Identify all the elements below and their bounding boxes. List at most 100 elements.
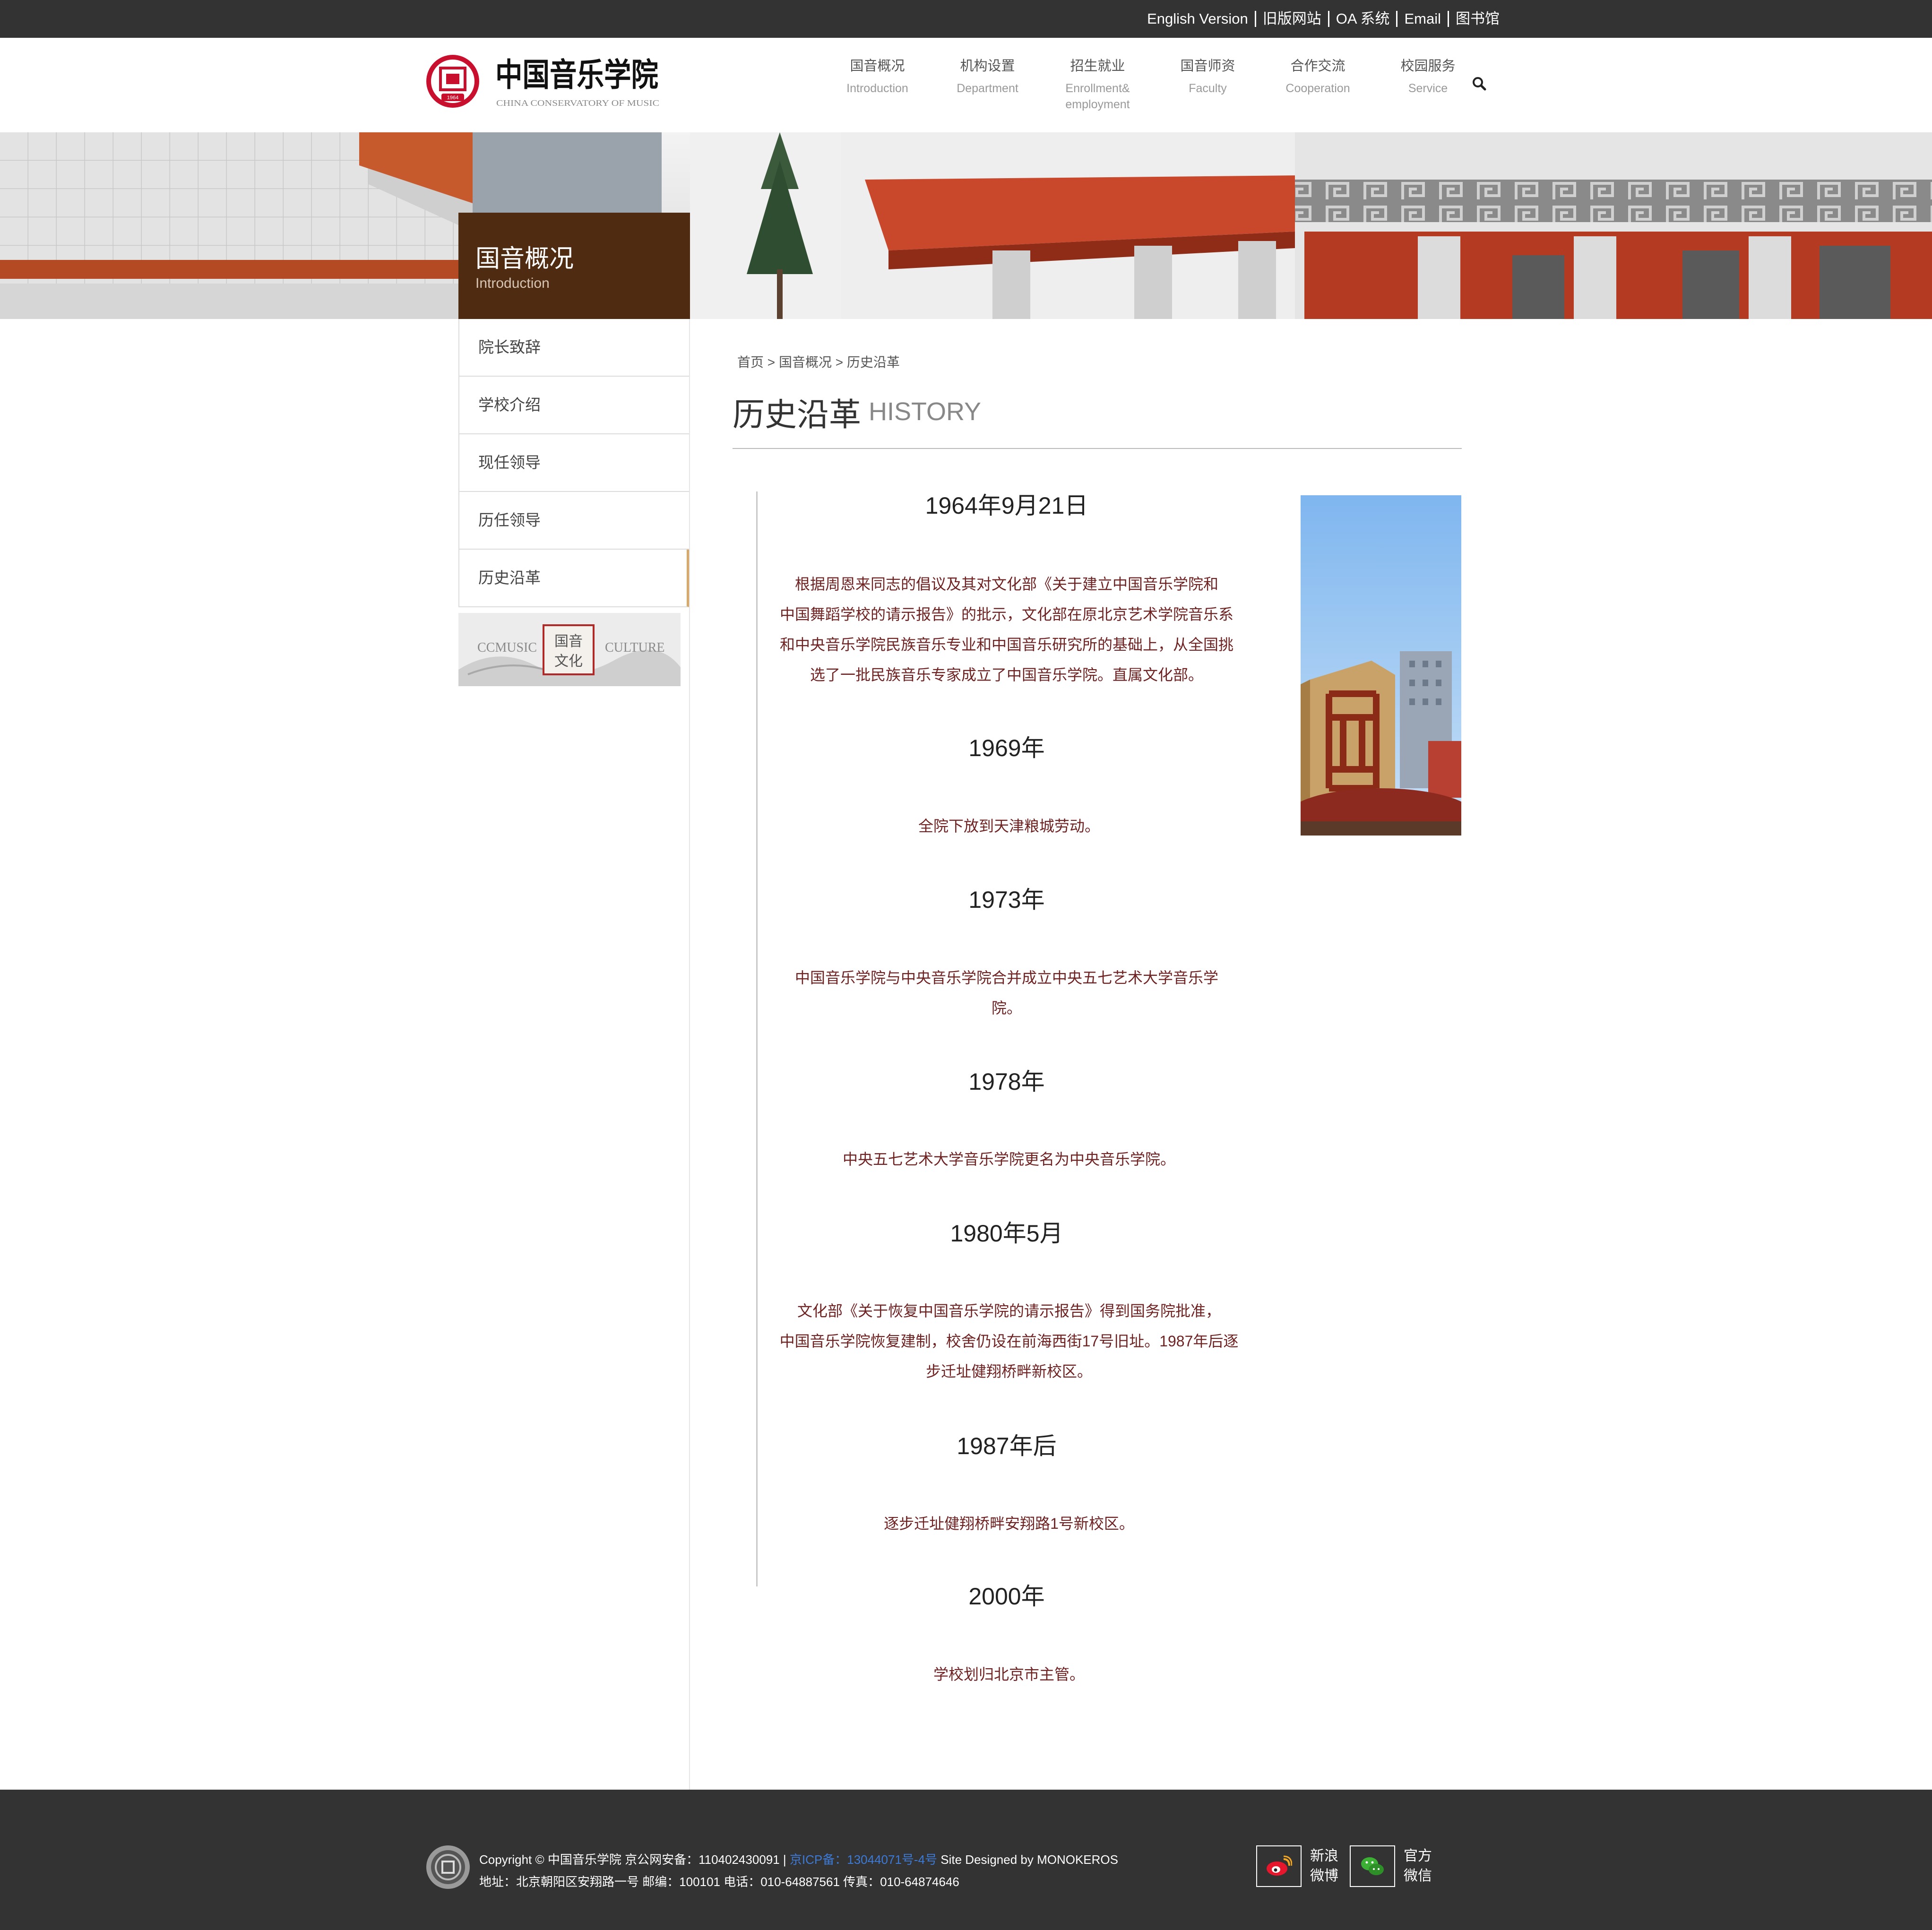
culture-banner-right-text: CULTURE (605, 640, 665, 655)
logo-chinese-name: 中国音乐学院 (495, 56, 658, 94)
english-version-link[interactable]: English Version (1147, 0, 1248, 38)
divider (1254, 11, 1256, 27)
sidebar-item-school-intro[interactable]: 学校介绍 (458, 377, 690, 434)
sidebar-divider (689, 319, 690, 1790)
footer-icp-link[interactable]: 京ICP备：13044071号-4号 (790, 1852, 937, 1867)
timeline-year: 1980年5月 (950, 1220, 1063, 1247)
timeline-year: 1969年 (968, 735, 1045, 761)
logo-english-name: CHINA CONSERVATORY OF MUSIC (496, 98, 659, 108)
culture-seal-line2: 文化 (554, 653, 583, 670)
culture-seal-line1: 国音 (554, 633, 583, 650)
wechat-label: 官方 微信 (1404, 1846, 1432, 1886)
sidebar-item-former-leaders[interactable]: 历任领导 (458, 492, 690, 550)
breadcrumb-separator: > (767, 355, 776, 370)
sidebar-item-history[interactable]: 历史沿革 (458, 550, 690, 607)
timeline-text-line: 根据周恩来同志的倡议及其对文化部《关于建立中国音乐学院和 (794, 576, 1218, 593)
timeline-text-line: 中央五七艺术大学音乐学院更名为中央音乐学院。 (842, 1151, 1175, 1168)
weibo-label-line: 新浪 (1310, 1848, 1338, 1864)
wechat-icon-box (1350, 1845, 1395, 1887)
breadcrumb: 首页 > 国音概况 > 历史沿革 (737, 352, 900, 371)
timeline-text: 根据周恩来同志的倡议及其对文化部《关于建立中国音乐学院和 中国舞蹈学校的请示报告… (773, 569, 1241, 690)
campus-banner-image (0, 132, 1932, 319)
nav-enrollment[interactable]: 招生就业 Enrollment& employment (1043, 52, 1153, 112)
nav-label-cn: 国音概况 (850, 59, 905, 74)
breadcrumb-home[interactable]: 首页 (737, 355, 764, 370)
timeline-text-line: 中国舞蹈学校的请示报告》的批示，文化部在原北京艺术学院音乐系 (779, 606, 1233, 623)
oa-system-link[interactable]: OA 系统 (1336, 0, 1390, 38)
timeline-text: 学校划归北京市主管。 (775, 1659, 1243, 1689)
weibo-icon-box (1256, 1845, 1302, 1887)
page-title: 历史沿革 (733, 397, 862, 433)
breadcrumb-current: 历史沿革 (846, 355, 900, 370)
divider (1328, 11, 1329, 27)
timeline-text-line: 选了一批民族音乐专家成立了中国音乐学院。直属文化部。 (810, 666, 1203, 683)
page-title-english: HISTORY (869, 397, 982, 426)
logo-seal-year: 1964 (447, 95, 458, 101)
nav-label-cn: 国音师资 (1180, 59, 1235, 74)
search-icon[interactable] (1471, 76, 1487, 92)
footer-copyright-line: Copyright © 中国音乐学院 京公网安备：110402430091 | … (479, 1850, 1118, 1868)
email-link[interactable]: Email (1404, 0, 1441, 38)
library-link[interactable]: 图书馆 (1456, 0, 1500, 38)
main-nav: 国音概况 Introduction 机构设置 Department 招生就业 E… (822, 52, 1483, 112)
weibo-link[interactable]: 新浪 微博 (1256, 1845, 1338, 1887)
nav-label-en-line2: employment (1065, 98, 1130, 111)
section-header-box: 国音概况 Introduction (458, 213, 690, 319)
weibo-label-line: 微博 (1310, 1868, 1338, 1884)
nav-label-cn: 招生就业 (1070, 59, 1125, 74)
nav-department[interactable]: 机构设置 Department (932, 52, 1043, 112)
timeline-text-line: 全院下放到天津粮城劳动。 (918, 818, 1100, 835)
sidebar-item-president-message[interactable]: 院长致辞 (458, 319, 690, 377)
campus-sculpture-photo (1301, 495, 1461, 836)
divider (1396, 11, 1398, 27)
divider (1448, 11, 1449, 27)
sidebar-item-current-leaders[interactable]: 现任领导 (458, 434, 690, 492)
top-links: English Version 旧版网站 OA 系统 Email 图书馆 (1147, 0, 1500, 38)
timeline-year: 1978年 (968, 1068, 1045, 1095)
weibo-label: 新浪 微博 (1310, 1846, 1338, 1886)
breadcrumb-introduction[interactable]: 国音概况 (779, 355, 832, 370)
nav-label-en: Enrollment& (1065, 82, 1130, 95)
nav-label-en: Introduction (846, 82, 908, 95)
title-underline (733, 448, 1462, 449)
page: English Version 旧版网站 OA 系统 Email 图书馆 196… (0, 0, 1932, 1930)
footer-address: 地址：北京朝阳区安翔路一号 邮编：100101 电话：010-64887561 … (479, 1875, 959, 1889)
wechat-icon (1361, 1857, 1384, 1875)
site-logo[interactable]: 1964 中国音乐学院 CHINA CONSERVATORY OF MUSIC (425, 52, 662, 111)
nav-service[interactable]: 校园服务 Service (1373, 52, 1483, 112)
wechat-label-line: 微信 (1404, 1868, 1432, 1884)
timeline-line (756, 491, 758, 1586)
culture-banner-left-text: CCMUSIC (477, 640, 537, 655)
nav-label-cn: 机构设置 (960, 59, 1015, 74)
timeline-year: 2000年 (968, 1583, 1045, 1610)
nav-introduction[interactable]: 国音概况 Introduction (822, 52, 932, 112)
timeline-text: 中央五七艺术大学音乐学院更名为中央音乐学院。 (775, 1144, 1243, 1174)
nav-label-cn: 校园服务 (1400, 59, 1456, 74)
timeline-text-line: 中国音乐学院恢复建制，校舍仍设在前海西街17号旧址。1987年后逐 (779, 1333, 1239, 1350)
nav-label-en: Department (957, 82, 1018, 95)
weibo-icon (1267, 1855, 1292, 1876)
timeline-text-line: 步迁址健翔桥畔新校区。 (925, 1363, 1092, 1380)
footer-seal-logo (426, 1845, 470, 1889)
timeline-text: 全院下放到天津粮城劳动。 (775, 811, 1243, 841)
footer-copyright: Copyright © 中国音乐学院 京公网安备：110402430091 | (479, 1852, 786, 1867)
timeline-year: 1973年 (968, 887, 1045, 913)
old-site-link[interactable]: 旧版网站 (1263, 0, 1321, 38)
timeline-text-line: 中国音乐学院与中央音乐学院合并成立中央五七艺术大学音乐学 (794, 969, 1218, 986)
timeline-text-line: 学校划归北京市主管。 (933, 1666, 1085, 1683)
timeline-text-line: 逐步迁址健翔桥畔安翔路1号新校区。 (884, 1515, 1134, 1532)
timeline-year: 1964年9月21日 (925, 492, 1088, 519)
nav-label-en: Faculty (1189, 82, 1227, 95)
timeline-text: 逐步迁址健翔桥畔安翔路1号新校区。 (775, 1508, 1243, 1539)
nav-cooperation[interactable]: 合作交流 Cooperation (1263, 52, 1373, 112)
breadcrumb-separator: > (835, 355, 844, 370)
section-subtitle: Introduction (475, 276, 550, 291)
top-utility-bar: English Version 旧版网站 OA 系统 Email 图书馆 (0, 0, 1932, 38)
timeline-text: 文化部《关于恢复中国音乐学院的请示报告》得到国务院批准， 中国音乐学院恢复建制，… (775, 1296, 1243, 1387)
wechat-link[interactable]: 官方 微信 (1350, 1845, 1432, 1887)
wechat-label-line: 官方 (1404, 1848, 1432, 1864)
culture-banner-link[interactable]: CCMUSIC 国音 文化 CULTURE (458, 613, 681, 686)
nav-faculty[interactable]: 国音师资 Faculty (1153, 52, 1263, 112)
sidebar-menu: 院长致辞 学校介绍 现任领导 历任领导 历史沿革 CCMUSIC 国音 文化 C… (458, 319, 690, 689)
timeline-text-line: 院。 (991, 999, 1022, 1017)
